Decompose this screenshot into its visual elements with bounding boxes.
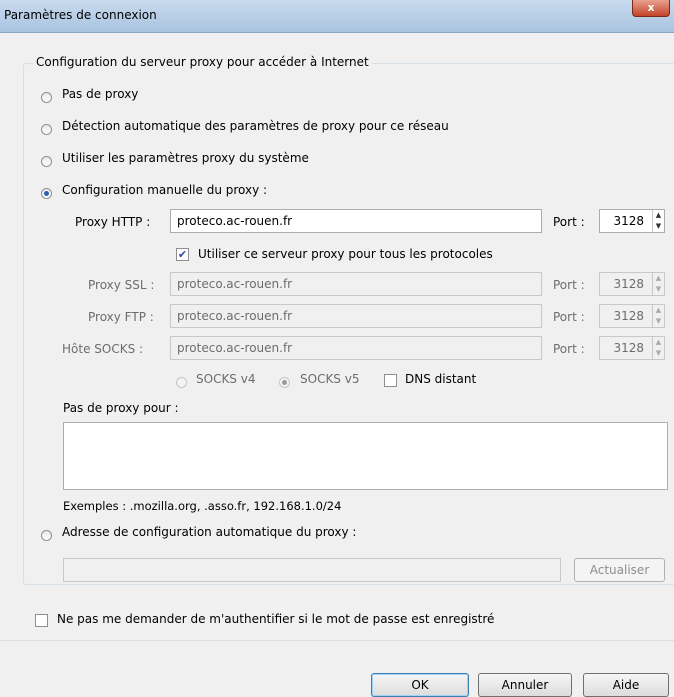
spin-up-icon[interactable]: ▲ bbox=[653, 210, 664, 221]
ftp-port-value: 3128 bbox=[613, 309, 644, 323]
spin-up-icon[interactable]: ▲ bbox=[653, 305, 664, 316]
close-icon: x bbox=[647, 1, 655, 14]
radio-manual-proxy[interactable] bbox=[41, 188, 52, 199]
same-proxy-label: Utiliser ce serveur proxy pour tous les … bbox=[198, 247, 493, 261]
no-auth-prompt-label: Ne pas me demander de m'authentifier si … bbox=[57, 612, 495, 626]
radio-socks4[interactable] bbox=[176, 377, 187, 388]
http-port-spinner[interactable]: ▲ ▼ bbox=[652, 210, 664, 232]
socks-label: Hôte SOCKS : bbox=[62, 342, 144, 356]
label-socks5: SOCKS v5 bbox=[300, 372, 360, 386]
same-proxy-checkbox[interactable]: ✔ bbox=[176, 248, 189, 261]
spin-up-icon[interactable]: ▲ bbox=[653, 273, 664, 284]
spin-down-icon[interactable]: ▼ bbox=[653, 284, 664, 295]
radio-auto-config[interactable] bbox=[41, 530, 52, 541]
radio-system-proxy[interactable] bbox=[41, 156, 52, 167]
remote-dns-checkbox[interactable] bbox=[384, 374, 397, 387]
spin-down-icon[interactable]: ▼ bbox=[653, 221, 664, 232]
spin-down-icon[interactable]: ▼ bbox=[653, 348, 664, 359]
label-manual-proxy: Configuration manuelle du proxy : bbox=[62, 183, 268, 197]
label-auto-detect: Détection automatique des paramètres de … bbox=[62, 119, 449, 133]
http-port-value: 3128 bbox=[613, 214, 644, 228]
ftp-port-label: Port : bbox=[553, 310, 585, 324]
no-auth-prompt-checkbox[interactable] bbox=[35, 614, 48, 627]
help-button[interactable]: Aide bbox=[583, 673, 669, 697]
ssl-proxy-input[interactable]: proteco.ac-rouen.fr bbox=[170, 272, 542, 296]
window-title: Paramètres de connexion bbox=[4, 8, 157, 22]
label-remote-dns: DNS distant bbox=[405, 372, 477, 386]
divider bbox=[0, 640, 674, 641]
label-socks4: SOCKS v4 bbox=[196, 372, 256, 386]
ok-button[interactable]: OK bbox=[371, 673, 469, 697]
label-auto-config: Adresse de configuration automatique du … bbox=[62, 525, 357, 539]
ftp-port-spinner[interactable]: ▲ ▼ bbox=[652, 305, 664, 327]
cancel-button[interactable]: Annuler bbox=[478, 673, 572, 697]
title-bar[interactable]: Paramètres de connexion x bbox=[0, 0, 674, 33]
http-label: Proxy HTTP : bbox=[75, 215, 151, 229]
label-no-proxy: Pas de proxy bbox=[62, 87, 139, 101]
http-port-label: Port : bbox=[553, 215, 585, 229]
group-legend: Configuration du serveur proxy pour accé… bbox=[33, 55, 372, 69]
radio-no-proxy[interactable] bbox=[41, 92, 52, 103]
no-proxy-label: Pas de proxy pour : bbox=[63, 401, 179, 415]
ssl-port-spinner[interactable]: ▲ ▼ bbox=[652, 273, 664, 295]
label-system-proxy: Utiliser les paramètres proxy du système bbox=[62, 151, 309, 165]
ftp-proxy-input[interactable]: proteco.ac-rouen.fr bbox=[170, 304, 542, 328]
radio-auto-detect[interactable] bbox=[41, 124, 52, 135]
auto-config-url-input[interactable] bbox=[63, 558, 561, 582]
socks-host-input[interactable]: proteco.ac-rouen.fr bbox=[170, 336, 542, 360]
spin-down-icon[interactable]: ▼ bbox=[653, 316, 664, 327]
radio-socks5[interactable] bbox=[279, 377, 290, 388]
socks-port-value: 3128 bbox=[613, 341, 644, 355]
socks-port-spinner[interactable]: ▲ ▼ bbox=[652, 337, 664, 359]
no-proxy-examples: Exemples : .mozilla.org, .asso.fr, 192.1… bbox=[63, 499, 342, 513]
socks-port-label: Port : bbox=[553, 342, 585, 356]
no-proxy-textarea[interactable] bbox=[63, 422, 668, 490]
ssl-port-value: 3128 bbox=[613, 277, 644, 291]
http-proxy-input[interactable]: proteco.ac-rouen.fr bbox=[170, 209, 542, 233]
ssl-port-label: Port : bbox=[553, 278, 585, 292]
reload-button[interactable]: Actualiser bbox=[574, 558, 665, 582]
ftp-label: Proxy FTP : bbox=[88, 310, 154, 324]
ssl-label: Proxy SSL : bbox=[88, 278, 155, 292]
spin-up-icon[interactable]: ▲ bbox=[653, 337, 664, 348]
close-button[interactable]: x bbox=[632, 0, 670, 17]
